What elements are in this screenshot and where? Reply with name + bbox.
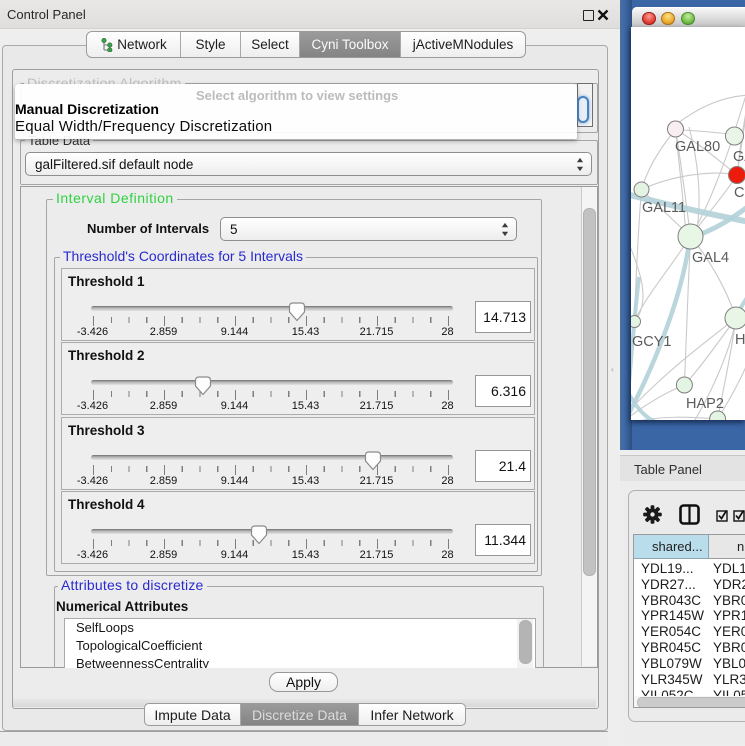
svg-text:GA: GA: [733, 149, 745, 165]
svg-text:CY: CY: [734, 185, 745, 201]
svg-text:HAP2: HAP2: [686, 396, 724, 412]
svg-text:GAL80: GAL80: [675, 139, 720, 155]
svg-text:GAL11: GAL11: [642, 200, 686, 216]
svg-text:H: H: [735, 332, 745, 348]
svg-text:GCY1: GCY1: [632, 334, 672, 350]
svg-text:GAL4: GAL4: [692, 250, 729, 266]
